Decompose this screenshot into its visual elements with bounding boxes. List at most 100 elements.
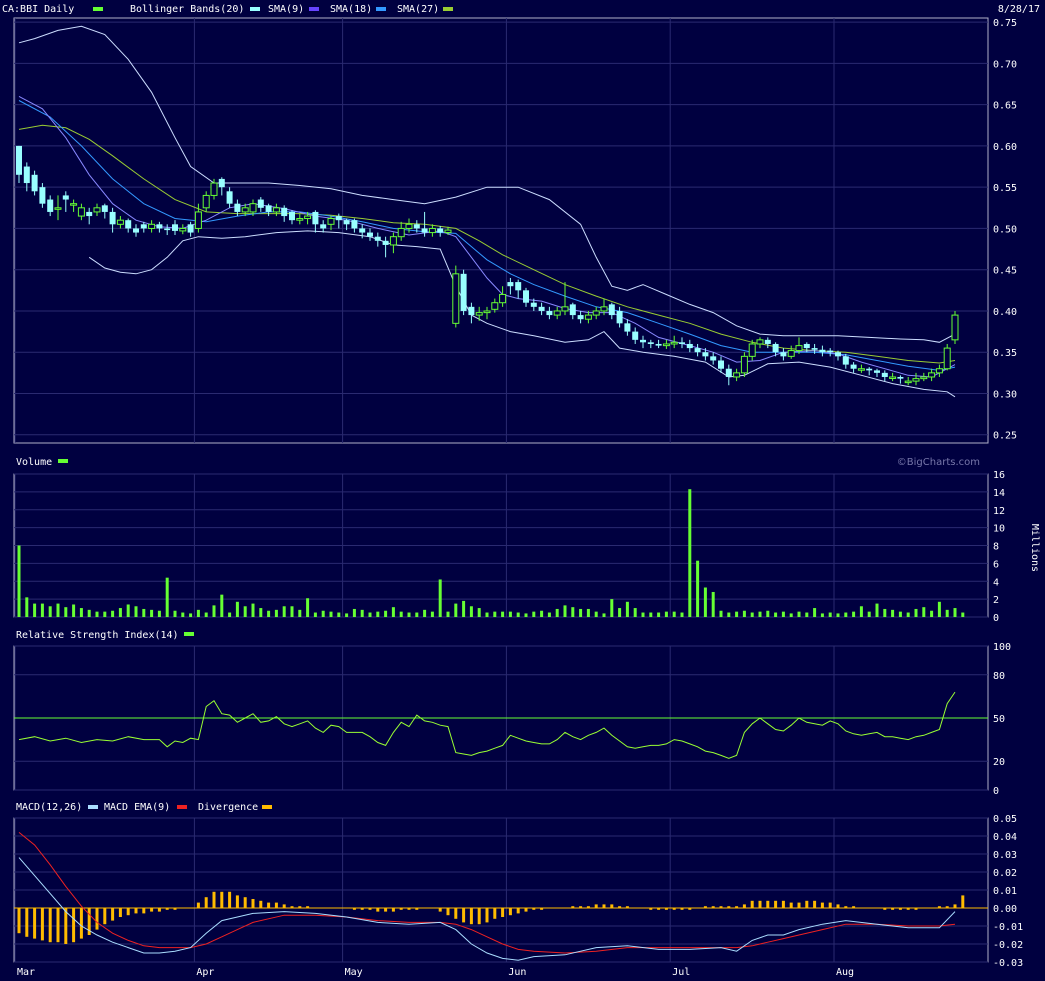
volume-bar bbox=[641, 612, 645, 617]
month-label: Mar bbox=[17, 967, 35, 978]
volume-bar bbox=[118, 608, 122, 617]
volume-bar bbox=[72, 604, 76, 617]
divergence-bar bbox=[212, 891, 216, 908]
volume-bar bbox=[672, 611, 676, 617]
month-label: Aug bbox=[836, 967, 854, 978]
volume-bar bbox=[150, 609, 154, 617]
volume-bar bbox=[750, 612, 754, 617]
volume-tick-label: 10 bbox=[993, 524, 1005, 535]
macd-tick-label: 0.01 bbox=[993, 886, 1017, 897]
candle-body bbox=[47, 199, 54, 212]
volume-bar bbox=[532, 611, 536, 617]
macd-ema-swatch bbox=[177, 805, 187, 809]
candle-body bbox=[780, 352, 787, 357]
divergence-bar bbox=[945, 906, 949, 908]
candle-body bbox=[740, 355, 748, 374]
divergence-bar bbox=[750, 900, 754, 908]
divergence-title: Divergence bbox=[198, 802, 258, 813]
volume-bar bbox=[243, 606, 247, 617]
candle-body bbox=[515, 282, 522, 291]
volume-bar bbox=[259, 608, 263, 617]
candle-body bbox=[640, 339, 646, 343]
divergence-bar bbox=[111, 908, 115, 921]
divergence-bar bbox=[376, 908, 380, 912]
volume-bar bbox=[555, 608, 559, 617]
symbol-swatch bbox=[93, 7, 103, 11]
divergence-bar bbox=[95, 908, 99, 930]
price-tick-label: 0.50 bbox=[993, 224, 1017, 235]
candle-body bbox=[226, 191, 233, 204]
divergence-bar bbox=[48, 908, 52, 943]
volume-bar bbox=[79, 608, 83, 617]
candle-body bbox=[405, 223, 413, 229]
candle-body bbox=[842, 356, 849, 365]
volume-bar bbox=[368, 612, 372, 617]
divergence-bar bbox=[267, 902, 271, 908]
volume-bar bbox=[204, 612, 208, 617]
legend-swatch-sma27 bbox=[443, 7, 453, 11]
candle-body bbox=[359, 228, 366, 233]
volume-bar bbox=[547, 612, 551, 617]
divergence-bar bbox=[688, 908, 692, 910]
volume-bar bbox=[48, 606, 52, 617]
divergence-bar bbox=[571, 906, 575, 908]
volume-bar bbox=[290, 606, 294, 617]
volume-tick-label: 16 bbox=[993, 470, 1005, 481]
volume-bar bbox=[883, 608, 887, 617]
candle-body bbox=[616, 310, 623, 324]
divergence-bar bbox=[898, 908, 902, 910]
volume-bar bbox=[961, 612, 965, 617]
candle-body bbox=[499, 293, 507, 304]
divergence-bar bbox=[165, 908, 169, 910]
legend-swatch-bollinger bbox=[250, 7, 260, 11]
volume-bar bbox=[485, 612, 489, 617]
candle-body bbox=[335, 216, 342, 221]
price-tick-label: 0.25 bbox=[993, 431, 1017, 442]
divergence-bar bbox=[485, 908, 489, 923]
volume-bar bbox=[40, 603, 44, 617]
candle-body bbox=[172, 224, 178, 231]
divergence-bar bbox=[430, 908, 434, 909]
candle-body bbox=[546, 310, 553, 316]
volume-bar bbox=[930, 610, 934, 617]
divergence-bar bbox=[173, 908, 177, 910]
divergence-bar bbox=[313, 908, 317, 909]
divergence-bar bbox=[649, 908, 653, 910]
candle-body bbox=[686, 343, 693, 349]
volume-bar bbox=[898, 611, 902, 617]
divergence-bar bbox=[501, 908, 505, 917]
macd-tick-label: 0.00 bbox=[993, 904, 1017, 915]
divergence-bar bbox=[72, 908, 76, 943]
candle-body bbox=[951, 314, 959, 341]
divergence-bar bbox=[228, 891, 232, 908]
divergence-bar bbox=[469, 908, 473, 925]
divergence-bar bbox=[540, 908, 544, 910]
macd-ema-title: MACD EMA(9) bbox=[104, 802, 170, 813]
candle-body bbox=[77, 207, 85, 217]
divergence-bar bbox=[524, 908, 528, 912]
candle-body bbox=[702, 352, 709, 357]
stock-chart: CA:BBI Daily Bollinger Bands(20) SMA(9) … bbox=[0, 0, 1045, 981]
volume-bar bbox=[438, 579, 442, 617]
divergence-bar bbox=[563, 908, 567, 909]
divergence-bar bbox=[157, 908, 161, 912]
candle-body bbox=[210, 182, 218, 196]
volume-bar bbox=[501, 611, 505, 617]
volume-bar bbox=[477, 608, 481, 617]
volume-bar bbox=[859, 606, 863, 617]
divergence-bar bbox=[867, 908, 871, 909]
volume-bar bbox=[742, 610, 746, 617]
volume-bar bbox=[446, 611, 450, 617]
candle-body bbox=[538, 306, 545, 311]
divergence-bar bbox=[259, 900, 263, 908]
divergence-swatch bbox=[262, 805, 272, 809]
candle-body bbox=[413, 224, 420, 229]
volume-bar bbox=[711, 591, 715, 617]
volume-bar bbox=[95, 611, 99, 617]
divergence-bar bbox=[399, 908, 403, 910]
divergence-bar bbox=[17, 908, 21, 934]
divergence-bar bbox=[306, 906, 310, 908]
candle-body bbox=[125, 220, 132, 229]
volume-bar bbox=[735, 611, 739, 617]
divergence-bar bbox=[345, 908, 349, 909]
